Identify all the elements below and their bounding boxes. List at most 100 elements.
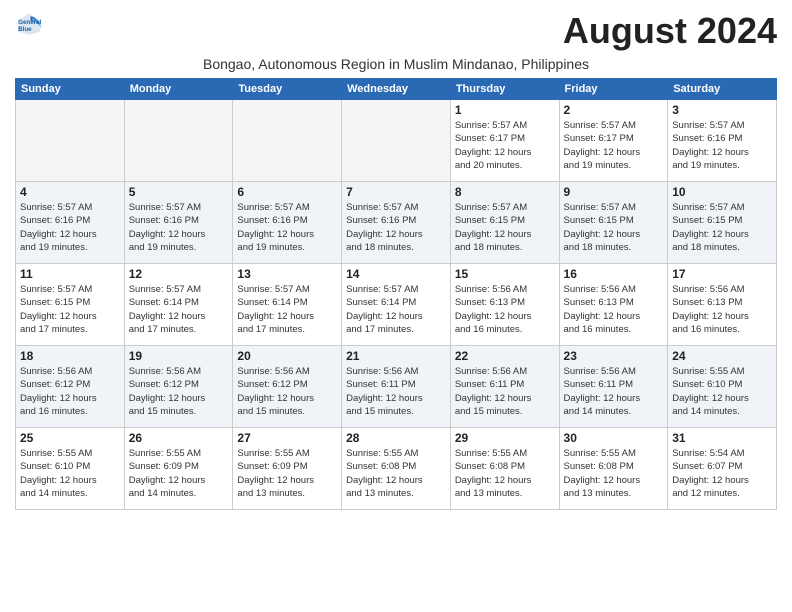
- day-info: Sunrise: 5:56 AM Sunset: 6:11 PM Dayligh…: [455, 365, 555, 418]
- calendar-cell: 18 Sunrise: 5:56 AM Sunset: 6:12 PM Dayli…: [16, 346, 125, 428]
- calendar-cell: 30 Sunrise: 5:55 AM Sunset: 6:08 PM Dayli…: [559, 428, 668, 510]
- general-blue-logo-icon: General Blue: [15, 10, 43, 38]
- weekday-header-friday: Friday: [559, 79, 668, 100]
- day-number: 8: [455, 185, 555, 199]
- day-number: 3: [672, 103, 772, 117]
- day-number: 14: [346, 267, 446, 281]
- day-info: Sunrise: 5:56 AM Sunset: 6:13 PM Dayligh…: [455, 283, 555, 336]
- calendar-cell: 27 Sunrise: 5:55 AM Sunset: 6:09 PM Dayli…: [233, 428, 342, 510]
- day-number: 30: [564, 431, 664, 445]
- calendar-cell: [233, 100, 342, 182]
- calendar-cell: 7 Sunrise: 5:57 AM Sunset: 6:16 PM Daylig…: [342, 182, 451, 264]
- day-info: Sunrise: 5:54 AM Sunset: 6:07 PM Dayligh…: [672, 447, 772, 500]
- calendar-cell: 24Sunrise: 5:55 AM Sunset: 6:10 PM Dayli…: [668, 346, 777, 428]
- day-info: Sunrise: 5:57 AM Sunset: 6:16 PM Dayligh…: [129, 201, 229, 254]
- calendar-cell: 19Sunrise: 5:56 AM Sunset: 6:12 PM Dayli…: [124, 346, 233, 428]
- day-number: 21: [346, 349, 446, 363]
- day-number: 16: [564, 267, 664, 281]
- day-number: 15: [455, 267, 555, 281]
- day-number: 10: [672, 185, 772, 199]
- day-number: 18: [20, 349, 120, 363]
- day-info: Sunrise: 5:56 AM Sunset: 6:11 PM Dayligh…: [564, 365, 664, 418]
- day-number: 5: [129, 185, 229, 199]
- calendar-week-row: 1Sunrise: 5:57 AM Sunset: 6:17 PM Daylig…: [16, 100, 777, 182]
- weekday-header-thursday: Thursday: [450, 79, 559, 100]
- calendar-cell: 11 Sunrise: 5:57 AM Sunset: 6:15 PM Dayli…: [16, 264, 125, 346]
- day-number: 20: [237, 349, 337, 363]
- day-info: Sunrise: 5:55 AM Sunset: 6:08 PM Dayligh…: [455, 447, 555, 500]
- calendar-cell: 20Sunrise: 5:56 AM Sunset: 6:12 PM Dayli…: [233, 346, 342, 428]
- calendar-week-row: 4 Sunrise: 5:57 AM Sunset: 6:16 PM Daylig…: [16, 182, 777, 264]
- day-info: Sunrise: 5:57 AM Sunset: 6:14 PM Dayligh…: [237, 283, 337, 336]
- day-number: 12: [129, 267, 229, 281]
- day-number: 4: [20, 185, 120, 199]
- day-number: 29: [455, 431, 555, 445]
- day-info: Sunrise: 5:57 AM Sunset: 6:16 PM Dayligh…: [672, 119, 772, 172]
- day-info: Sunrise: 5:55 AM Sunset: 6:08 PM Dayligh…: [346, 447, 446, 500]
- calendar-cell: 17 Sunrise: 5:56 AM Sunset: 6:13 PM Dayli…: [668, 264, 777, 346]
- calendar-cell: 15 Sunrise: 5:56 AM Sunset: 6:13 PM Dayli…: [450, 264, 559, 346]
- day-number: 27: [237, 431, 337, 445]
- day-info: Sunrise: 5:57 AM Sunset: 6:16 PM Dayligh…: [20, 201, 120, 254]
- day-info: Sunrise: 5:55 AM Sunset: 6:08 PM Dayligh…: [564, 447, 664, 500]
- calendar-cell: 29 Sunrise: 5:55 AM Sunset: 6:08 PM Dayli…: [450, 428, 559, 510]
- day-info: Sunrise: 5:55 AM Sunset: 6:09 PM Dayligh…: [129, 447, 229, 500]
- calendar-cell: 2 Sunrise: 5:57 AM Sunset: 6:17 PM Daylig…: [559, 100, 668, 182]
- day-info: Sunrise: 5:55 AM Sunset: 6:09 PM Dayligh…: [237, 447, 337, 500]
- day-number: 6: [237, 185, 337, 199]
- day-number: 28: [346, 431, 446, 445]
- calendar-cell: 23 Sunrise: 5:56 AM Sunset: 6:11 PM Dayli…: [559, 346, 668, 428]
- page-subtitle: Bongao, Autonomous Region in Muslim Mind…: [15, 56, 777, 72]
- day-number: 23: [564, 349, 664, 363]
- day-number: 22: [455, 349, 555, 363]
- month-title: August 2024: [563, 10, 777, 52]
- page-header: General Blue August 2024: [15, 10, 777, 52]
- day-number: 7: [346, 185, 446, 199]
- day-info: Sunrise: 5:57 AM Sunset: 6:17 PM Dayligh…: [564, 119, 664, 172]
- day-info: Sunrise: 5:55 AM Sunset: 6:10 PM Dayligh…: [20, 447, 120, 500]
- day-number: 2: [564, 103, 664, 117]
- weekday-header-monday: Monday: [124, 79, 233, 100]
- calendar-cell: 14 Sunrise: 5:57 AM Sunset: 6:14 PM Dayli…: [342, 264, 451, 346]
- day-number: 11: [20, 267, 120, 281]
- calendar-cell: 3 Sunrise: 5:57 AM Sunset: 6:16 PM Daylig…: [668, 100, 777, 182]
- calendar-cell: [16, 100, 125, 182]
- calendar-cell: 8 Sunrise: 5:57 AM Sunset: 6:15 PM Daylig…: [450, 182, 559, 264]
- calendar-cell: 4 Sunrise: 5:57 AM Sunset: 6:16 PM Daylig…: [16, 182, 125, 264]
- calendar-cell: 10Sunrise: 5:57 AM Sunset: 6:15 PM Dayli…: [668, 182, 777, 264]
- calendar-cell: 31 Sunrise: 5:54 AM Sunset: 6:07 PM Dayli…: [668, 428, 777, 510]
- calendar-cell: [124, 100, 233, 182]
- calendar-cell: 5 Sunrise: 5:57 AM Sunset: 6:16 PM Daylig…: [124, 182, 233, 264]
- calendar-cell: 25 Sunrise: 5:55 AM Sunset: 6:10 PM Dayli…: [16, 428, 125, 510]
- day-info: Sunrise: 5:57 AM Sunset: 6:14 PM Dayligh…: [129, 283, 229, 336]
- calendar-week-row: 25 Sunrise: 5:55 AM Sunset: 6:10 PM Dayli…: [16, 428, 777, 510]
- day-info: Sunrise: 5:56 AM Sunset: 6:11 PM Dayligh…: [346, 365, 446, 418]
- day-info: Sunrise: 5:56 AM Sunset: 6:12 PM Dayligh…: [20, 365, 120, 418]
- day-info: Sunrise: 5:57 AM Sunset: 6:14 PM Dayligh…: [346, 283, 446, 336]
- day-info: Sunrise: 5:57 AM Sunset: 6:15 PM Dayligh…: [564, 201, 664, 254]
- day-info: Sunrise: 5:57 AM Sunset: 6:15 PM Dayligh…: [20, 283, 120, 336]
- calendar-cell: 1Sunrise: 5:57 AM Sunset: 6:17 PM Daylig…: [450, 100, 559, 182]
- day-number: 13: [237, 267, 337, 281]
- day-info: Sunrise: 5:56 AM Sunset: 6:13 PM Dayligh…: [564, 283, 664, 336]
- day-number: 31: [672, 431, 772, 445]
- day-info: Sunrise: 5:56 AM Sunset: 6:13 PM Dayligh…: [672, 283, 772, 336]
- weekday-header-sunday: Sunday: [16, 79, 125, 100]
- calendar-cell: 13 Sunrise: 5:57 AM Sunset: 6:14 PM Dayli…: [233, 264, 342, 346]
- calendar-cell: 22 Sunrise: 5:56 AM Sunset: 6:11 PM Dayli…: [450, 346, 559, 428]
- calendar-table: SundayMondayTuesdayWednesdayThursdayFrid…: [15, 78, 777, 510]
- day-info: Sunrise: 5:57 AM Sunset: 6:15 PM Dayligh…: [455, 201, 555, 254]
- calendar-week-row: 11 Sunrise: 5:57 AM Sunset: 6:15 PM Dayli…: [16, 264, 777, 346]
- calendar-cell: 21 Sunrise: 5:56 AM Sunset: 6:11 PM Dayli…: [342, 346, 451, 428]
- day-info: Sunrise: 5:57 AM Sunset: 6:16 PM Dayligh…: [346, 201, 446, 254]
- calendar-cell: 9 Sunrise: 5:57 AM Sunset: 6:15 PM Daylig…: [559, 182, 668, 264]
- day-number: 25: [20, 431, 120, 445]
- day-number: 9: [564, 185, 664, 199]
- calendar-cell: 26 Sunrise: 5:55 AM Sunset: 6:09 PM Dayli…: [124, 428, 233, 510]
- day-number: 17: [672, 267, 772, 281]
- day-number: 19: [129, 349, 229, 363]
- calendar-cell: 16 Sunrise: 5:56 AM Sunset: 6:13 PM Dayli…: [559, 264, 668, 346]
- day-number: 26: [129, 431, 229, 445]
- calendar-week-row: 18 Sunrise: 5:56 AM Sunset: 6:12 PM Dayli…: [16, 346, 777, 428]
- logo: General Blue: [15, 10, 43, 38]
